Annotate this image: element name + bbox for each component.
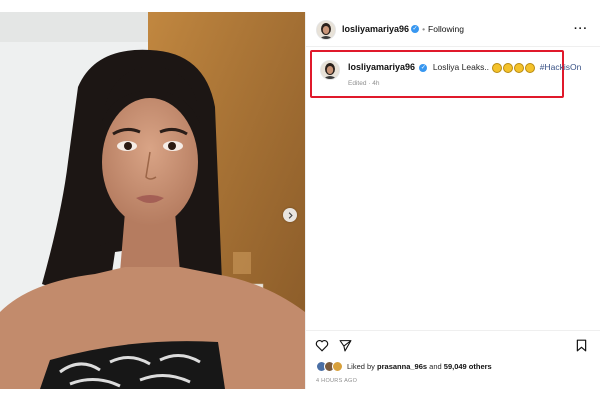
avatar[interactable] bbox=[316, 20, 336, 40]
username-link[interactable]: losliyamariya96 bbox=[342, 24, 409, 34]
following-button[interactable]: Following bbox=[428, 24, 464, 34]
grimacing-face-emoji bbox=[525, 62, 536, 73]
grimacing-face-emoji bbox=[514, 62, 525, 73]
chevron-right-icon bbox=[288, 211, 293, 219]
separator-dot: • bbox=[422, 24, 426, 34]
post-media[interactable] bbox=[0, 12, 305, 389]
caption-emojis bbox=[491, 62, 536, 73]
verified-badge-icon: ✓ bbox=[419, 63, 428, 72]
post-actions-bar bbox=[306, 330, 600, 352]
liked-by-prefix: Liked by bbox=[347, 362, 375, 371]
grimacing-face-emoji bbox=[492, 62, 503, 73]
caption-username[interactable]: losliyamariya96 bbox=[348, 62, 415, 72]
more-options-icon[interactable]: ··· bbox=[574, 23, 588, 35]
caption: losliyamariya96 ✓ Losliya Leaks.. #Hacki… bbox=[348, 62, 581, 73]
likes-and: and bbox=[429, 362, 442, 371]
post-side-panel: losliyamariya96 ✓ • Following ··· losliy… bbox=[305, 12, 600, 389]
grimacing-face-emoji bbox=[503, 62, 514, 73]
liker-username-link[interactable]: prasanna_96s bbox=[377, 362, 427, 371]
share-button[interactable] bbox=[339, 339, 352, 357]
avatar-image bbox=[321, 61, 339, 79]
hashtag-link[interactable]: #HackisOn bbox=[540, 62, 582, 72]
caption-text: Losliya Leaks.. bbox=[432, 62, 490, 72]
bookmark-icon bbox=[576, 339, 587, 352]
caption-highlight-box: losliyamariya96 ✓ Losliya Leaks.. #Hacki… bbox=[310, 50, 581, 98]
edited-label: Edited · 4h bbox=[348, 80, 380, 87]
caption-avatar[interactable] bbox=[320, 60, 340, 80]
avatar-image bbox=[317, 21, 335, 39]
paper-plane-icon bbox=[339, 340, 352, 352]
header-user-info: losliyamariya96 ✓ • Following bbox=[342, 24, 464, 34]
liker-avatar[interactable] bbox=[332, 361, 343, 372]
post-header: losliyamariya96 ✓ • Following ··· bbox=[306, 12, 600, 47]
verified-badge-icon: ✓ bbox=[411, 25, 420, 33]
carousel-next-button[interactable] bbox=[283, 208, 297, 222]
save-button[interactable] bbox=[576, 339, 587, 357]
likes-count-link[interactable]: 59,049 others bbox=[444, 362, 492, 371]
post-photo bbox=[0, 12, 305, 389]
post-timestamp[interactable]: 4 HOURS AGO bbox=[316, 378, 357, 384]
liker-avatars bbox=[316, 361, 343, 372]
like-button[interactable] bbox=[315, 339, 329, 357]
likes-summary: Liked by prasanna_96s and 59,049 others bbox=[316, 361, 492, 372]
heart-icon bbox=[315, 339, 329, 352]
